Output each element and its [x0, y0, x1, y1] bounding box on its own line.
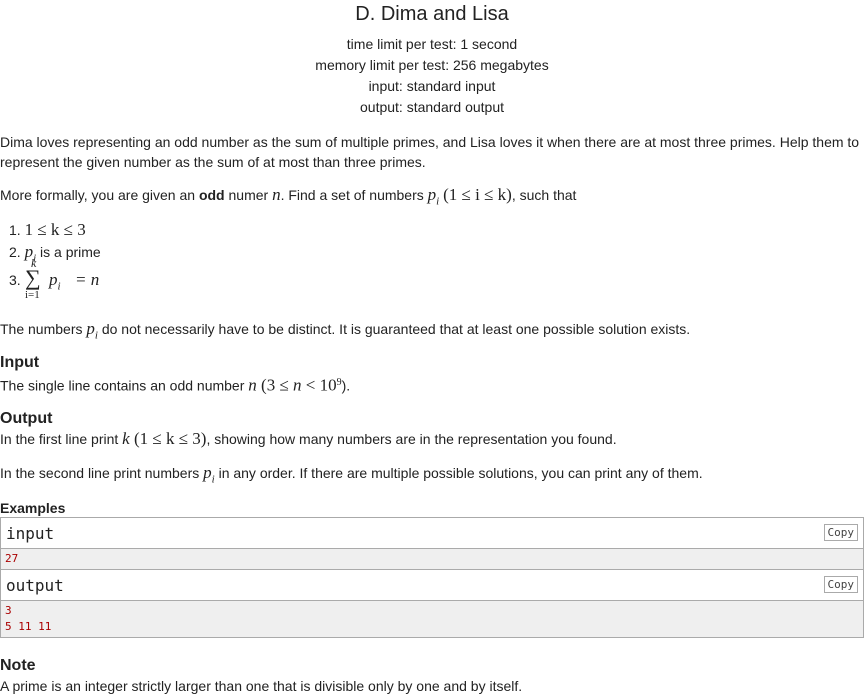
examples-heading: Examples	[0, 500, 66, 516]
note-text: A prime is an integer strictly larger th…	[0, 678, 523, 694]
note-heading: Note	[0, 657, 36, 674]
output-description-2: In the second line print numbers pi in a…	[0, 463, 703, 486]
statement-paragraph-3: The numbers pi do not necessarily have t…	[0, 319, 691, 342]
example-input-header: input Copy	[1, 518, 863, 549]
example-input-box: input Copy 27	[0, 517, 864, 570]
input-heading: Input	[0, 354, 40, 371]
input-description: The single line contains an odd number n…	[0, 375, 351, 395]
copy-output-button[interactable]: Copy	[823, 576, 858, 593]
statement-paragraph-2: More formally, you are given an odd nume…	[0, 185, 577, 208]
output-spec: output: standard output	[360, 99, 504, 115]
example-input-value: 27	[1, 549, 863, 569]
problem-title: D. Dima and Lisa	[355, 3, 509, 25]
condition-3: 3. k ∑ i=1 pi = n	[9, 256, 100, 301]
input-spec: input: standard input	[368, 78, 496, 94]
example-output-header: output Copy	[1, 570, 863, 601]
time-limit: time limit per test: 1 second	[346, 36, 518, 52]
example-input-label: input	[6, 524, 55, 543]
statement-paragraph-1: Dima loves representing an odd number as…	[0, 134, 860, 170]
example-output-box: output Copy 3 5 11 11	[0, 570, 864, 638]
output-heading: Output	[0, 410, 53, 427]
condition-1: 1. 1 ≤ k ≤ 3	[9, 220, 86, 239]
output-description-1: In the first line print k (1 ≤ k ≤ 3), s…	[0, 429, 617, 448]
example-output-value: 3 5 11 11	[1, 601, 863, 637]
copy-input-button[interactable]: Copy	[823, 524, 858, 541]
example-output-label: output	[6, 576, 64, 595]
memory-limit: memory limit per test: 256 megabytes	[315, 57, 549, 73]
